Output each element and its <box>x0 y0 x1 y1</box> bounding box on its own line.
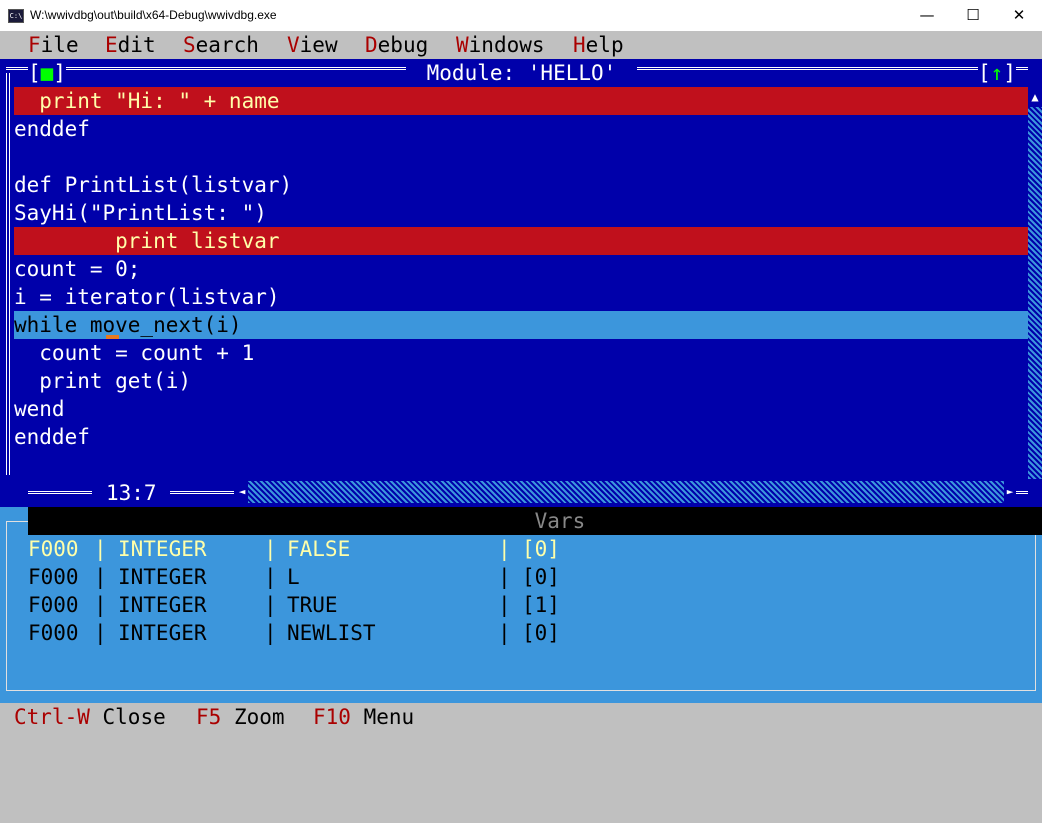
vars-row[interactable]: F000 | INTEGER | NEWLIST | [0] <box>28 619 1008 647</box>
var-index: [0] <box>522 537 560 561</box>
maximize-button[interactable]: ☐ <box>950 0 996 31</box>
console-app-icon: C:\ <box>8 9 24 23</box>
menu-help[interactable]: Help <box>573 31 624 59</box>
window-title: W:\wwivdbg\out\build\x64-Debug\wwivdbg.e… <box>30 8 277 22</box>
menu-bar: File Edit Search View Debug Windows Help <box>0 31 1042 59</box>
var-value: TRUE <box>287 593 338 617</box>
code-line[interactable] <box>14 451 1028 479</box>
vars-row[interactable]: F000 | INTEGER | TRUE | [1] <box>28 591 1008 619</box>
column-separator: | <box>94 593 107 617</box>
horizontal-scrollbar[interactable]: ◄ ► <box>236 481 1016 503</box>
column-separator: | <box>498 593 511 617</box>
menu-file[interactable]: File <box>28 31 79 59</box>
module-window-title: Module: 'HELLO' <box>406 59 637 87</box>
code-line[interactable]: SayHi("PrintList: ") <box>14 199 1028 227</box>
frame-line <box>1016 491 1028 499</box>
window-zoom-button[interactable]: [↑][↑] <box>978 59 1016 87</box>
var-addr: F000 <box>28 537 79 561</box>
vars-window-title: Vars <box>516 507 604 535</box>
var-addr: F000 <box>28 593 79 617</box>
code-line[interactable]: i = iterator(listvar) <box>14 283 1028 311</box>
vertical-scrollbar[interactable]: ▲ ▼ <box>1028 87 1042 507</box>
scroll-right-arrow-icon[interactable]: ► <box>1004 481 1016 503</box>
code-line-breakpoint[interactable]: print listvar <box>14 227 1028 255</box>
code-line[interactable] <box>14 143 1028 171</box>
window-close-button[interactable]: [■][■] <box>28 59 66 87</box>
frame-line <box>28 491 92 499</box>
var-type: INTEGER <box>118 593 207 617</box>
menu-edit[interactable]: Edit <box>105 31 156 59</box>
terminal-area: File Edit Search View Debug Windows Help… <box>0 31 1042 732</box>
window-titlebar: C:\ W:\wwivdbg\out\build\x64-Debug\wwivd… <box>0 0 1042 31</box>
column-separator: | <box>264 537 277 561</box>
column-separator: | <box>498 621 511 645</box>
code-line-current[interactable]: while move_next(i) <box>14 311 1028 339</box>
column-separator: | <box>264 621 277 645</box>
var-value: NEWLIST <box>287 621 376 645</box>
column-separator: | <box>94 565 107 589</box>
column-separator: | <box>498 537 511 561</box>
var-value: L <box>287 565 300 589</box>
var-value: FALSE <box>287 537 351 561</box>
module-window[interactable]: [■][■] Module: 'HELLO' [↑][↑] print "Hi:… <box>0 59 1042 507</box>
code-line-breakpoint[interactable]: print "Hi: " + name <box>14 87 1028 115</box>
vars-window[interactable]: Vars F000 | INTEGER | FALSE | [0] F000 | INTEGER |… <box>0 507 1042 703</box>
window-frame-left <box>6 73 10 475</box>
var-type: INTEGER <box>118 621 207 645</box>
menu-search[interactable]: Search <box>183 31 259 59</box>
column-separator: | <box>94 621 107 645</box>
column-separator: | <box>264 565 277 589</box>
status-zoom-hint[interactable]: F5 Zoom <box>196 703 285 732</box>
code-line[interactable]: print get(i) <box>14 367 1028 395</box>
var-type: INTEGER <box>118 565 207 589</box>
code-line[interactable]: count = count + 1 <box>14 339 1028 367</box>
code-line[interactable]: enddef <box>14 423 1028 451</box>
code-line[interactable]: wend <box>14 395 1028 423</box>
status-close-hint[interactable]: Ctrl-W Close <box>14 703 166 732</box>
var-index: [1] <box>522 593 560 617</box>
module-window-bottom-frame: 13:7 ◄ ► <box>0 479 1042 507</box>
status-menu-hint[interactable]: F10 Menu <box>313 703 414 732</box>
scroll-left-arrow-icon[interactable]: ◄ <box>236 481 248 503</box>
scroll-up-arrow-icon[interactable]: ▲ <box>1028 87 1042 107</box>
var-index: [0] <box>522 621 560 645</box>
var-index: [0] <box>522 565 560 589</box>
frame-line <box>170 491 234 499</box>
vars-row[interactable]: F000 | INTEGER | L | [0] <box>28 563 1008 591</box>
cursor-position: 13:7 <box>106 481 157 505</box>
var-addr: F000 <box>28 565 79 589</box>
menu-windows[interactable]: Windows <box>456 31 545 59</box>
column-separator: | <box>264 593 277 617</box>
column-separator: | <box>498 565 511 589</box>
var-type: INTEGER <box>118 537 207 561</box>
menu-view[interactable]: View <box>287 31 338 59</box>
vars-window-titlebar: Vars <box>28 507 1042 535</box>
minimize-button[interactable]: — <box>904 0 950 31</box>
var-addr: F000 <box>28 621 79 645</box>
column-separator: | <box>94 537 107 561</box>
code-line[interactable]: count = 0; <box>14 255 1028 283</box>
code-line[interactable]: def PrintList(listvar) <box>14 171 1028 199</box>
status-bar: Ctrl-W Close F5 Zoom F10 Menu <box>0 703 1042 732</box>
code-line[interactable]: enddef <box>14 115 1028 143</box>
vars-row-selected[interactable]: F000 | INTEGER | FALSE | [0] <box>28 535 1008 563</box>
menu-debug[interactable]: Debug <box>365 31 428 59</box>
close-button[interactable]: ✕ <box>996 0 1042 31</box>
